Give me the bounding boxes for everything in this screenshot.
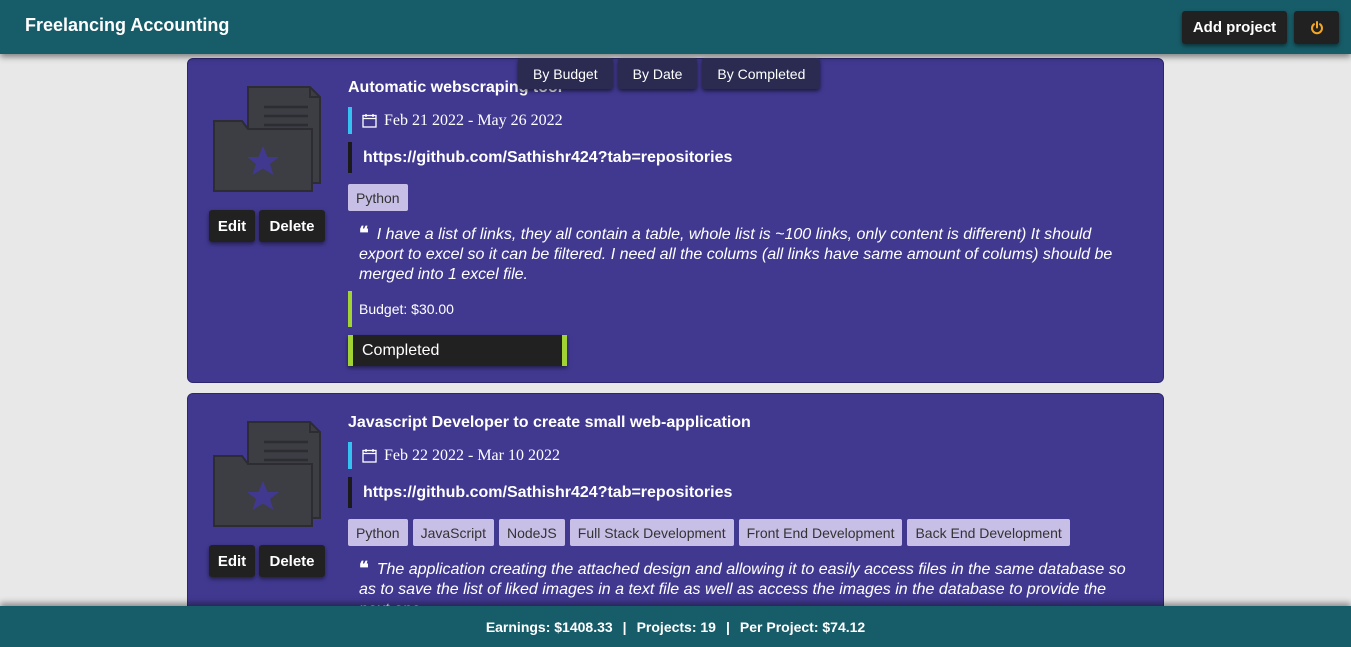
- start-date: Feb 22 2022: [384, 446, 464, 464]
- delete-button[interactable]: Delete: [259, 545, 325, 577]
- tag-javascript: JavaScript: [412, 519, 494, 546]
- description-text: I have a list of links, they all contain…: [359, 226, 1113, 283]
- end-date: Mar 10 2022: [477, 446, 560, 464]
- footer-separator: |: [725, 618, 730, 635]
- start-date: Feb 21 2022: [384, 111, 464, 129]
- sort-by-budget-button[interactable]: By Budget: [518, 58, 613, 89]
- top-app-bar: Freelancing Accounting Add project: [0, 0, 1351, 54]
- calendar-icon: [362, 114, 377, 128]
- add-project-button[interactable]: Add project: [1182, 11, 1287, 44]
- tag-list: Python JavaScript NodeJS Full Stack Deve…: [348, 519, 1148, 546]
- power-icon: [1310, 20, 1323, 34]
- sort-toolbar: By Budget By Date By Completed: [518, 58, 821, 89]
- tag-nodejs: NodeJS: [498, 519, 565, 546]
- project-card: Edit Delete Javascript Developer to crea…: [187, 393, 1164, 623]
- project-date-range: Feb 22 2022 - Mar 10 2022: [348, 442, 1148, 469]
- sort-by-completed-button[interactable]: By Completed: [702, 58, 821, 89]
- project-title: Javascript Developer to create small web…: [348, 414, 751, 431]
- tag-front-end: Front End Development: [738, 519, 903, 546]
- date-separator: -: [468, 111, 474, 129]
- logout-button[interactable]: [1294, 11, 1339, 44]
- project-date-range: Feb 21 2022 - May 26 2022: [348, 107, 1148, 134]
- project-details: Automatic webscraping tool Feb 21 2022 -…: [348, 79, 1148, 366]
- tag-list: Python: [348, 184, 1148, 211]
- card-actions: Edit Delete: [209, 545, 325, 577]
- footer-separator: |: [622, 618, 627, 635]
- project-folder-icon: [213, 421, 321, 527]
- project-folder-icon: [213, 86, 321, 192]
- edit-button[interactable]: Edit: [209, 210, 255, 242]
- end-date: May 26 2022: [477, 111, 563, 129]
- projects-count: Projects: 19: [636, 618, 716, 635]
- project-link[interactable]: https://github.com/Sathishr424?tab=repos…: [348, 477, 1148, 508]
- tag-python: Python: [348, 184, 408, 211]
- app-title: Freelancing Accounting: [25, 15, 230, 35]
- project-card: Edit Delete Automatic webscraping tool F…: [187, 58, 1164, 383]
- quote-icon: ❝: [359, 223, 369, 243]
- earnings-total: Earnings: $1408.33: [485, 618, 613, 635]
- status-badge: Completed: [348, 335, 567, 366]
- edit-button[interactable]: Edit: [209, 545, 255, 577]
- budget-label: Budget: $30.00: [348, 291, 1148, 327]
- tag-python: Python: [348, 519, 408, 546]
- quote-icon: ❝: [359, 558, 369, 578]
- project-details: Javascript Developer to create small web…: [348, 414, 1148, 620]
- per-project-average: Per Project: $74.12: [739, 618, 866, 635]
- project-link[interactable]: https://github.com/Sathishr424?tab=repos…: [348, 142, 1148, 173]
- sort-by-date-button[interactable]: By Date: [617, 58, 698, 89]
- date-separator: -: [468, 446, 474, 464]
- delete-button[interactable]: Delete: [259, 210, 325, 242]
- calendar-icon: [362, 449, 377, 463]
- tag-back-end: Back End Development: [907, 519, 1070, 546]
- tag-full-stack: Full Stack Development: [569, 519, 734, 546]
- project-description: ❝ I have a list of links, they all contai…: [348, 223, 1138, 285]
- card-actions: Edit Delete: [209, 210, 325, 242]
- summary-footer: Earnings: $1408.33 | Projects: 19 | Per …: [0, 606, 1351, 647]
